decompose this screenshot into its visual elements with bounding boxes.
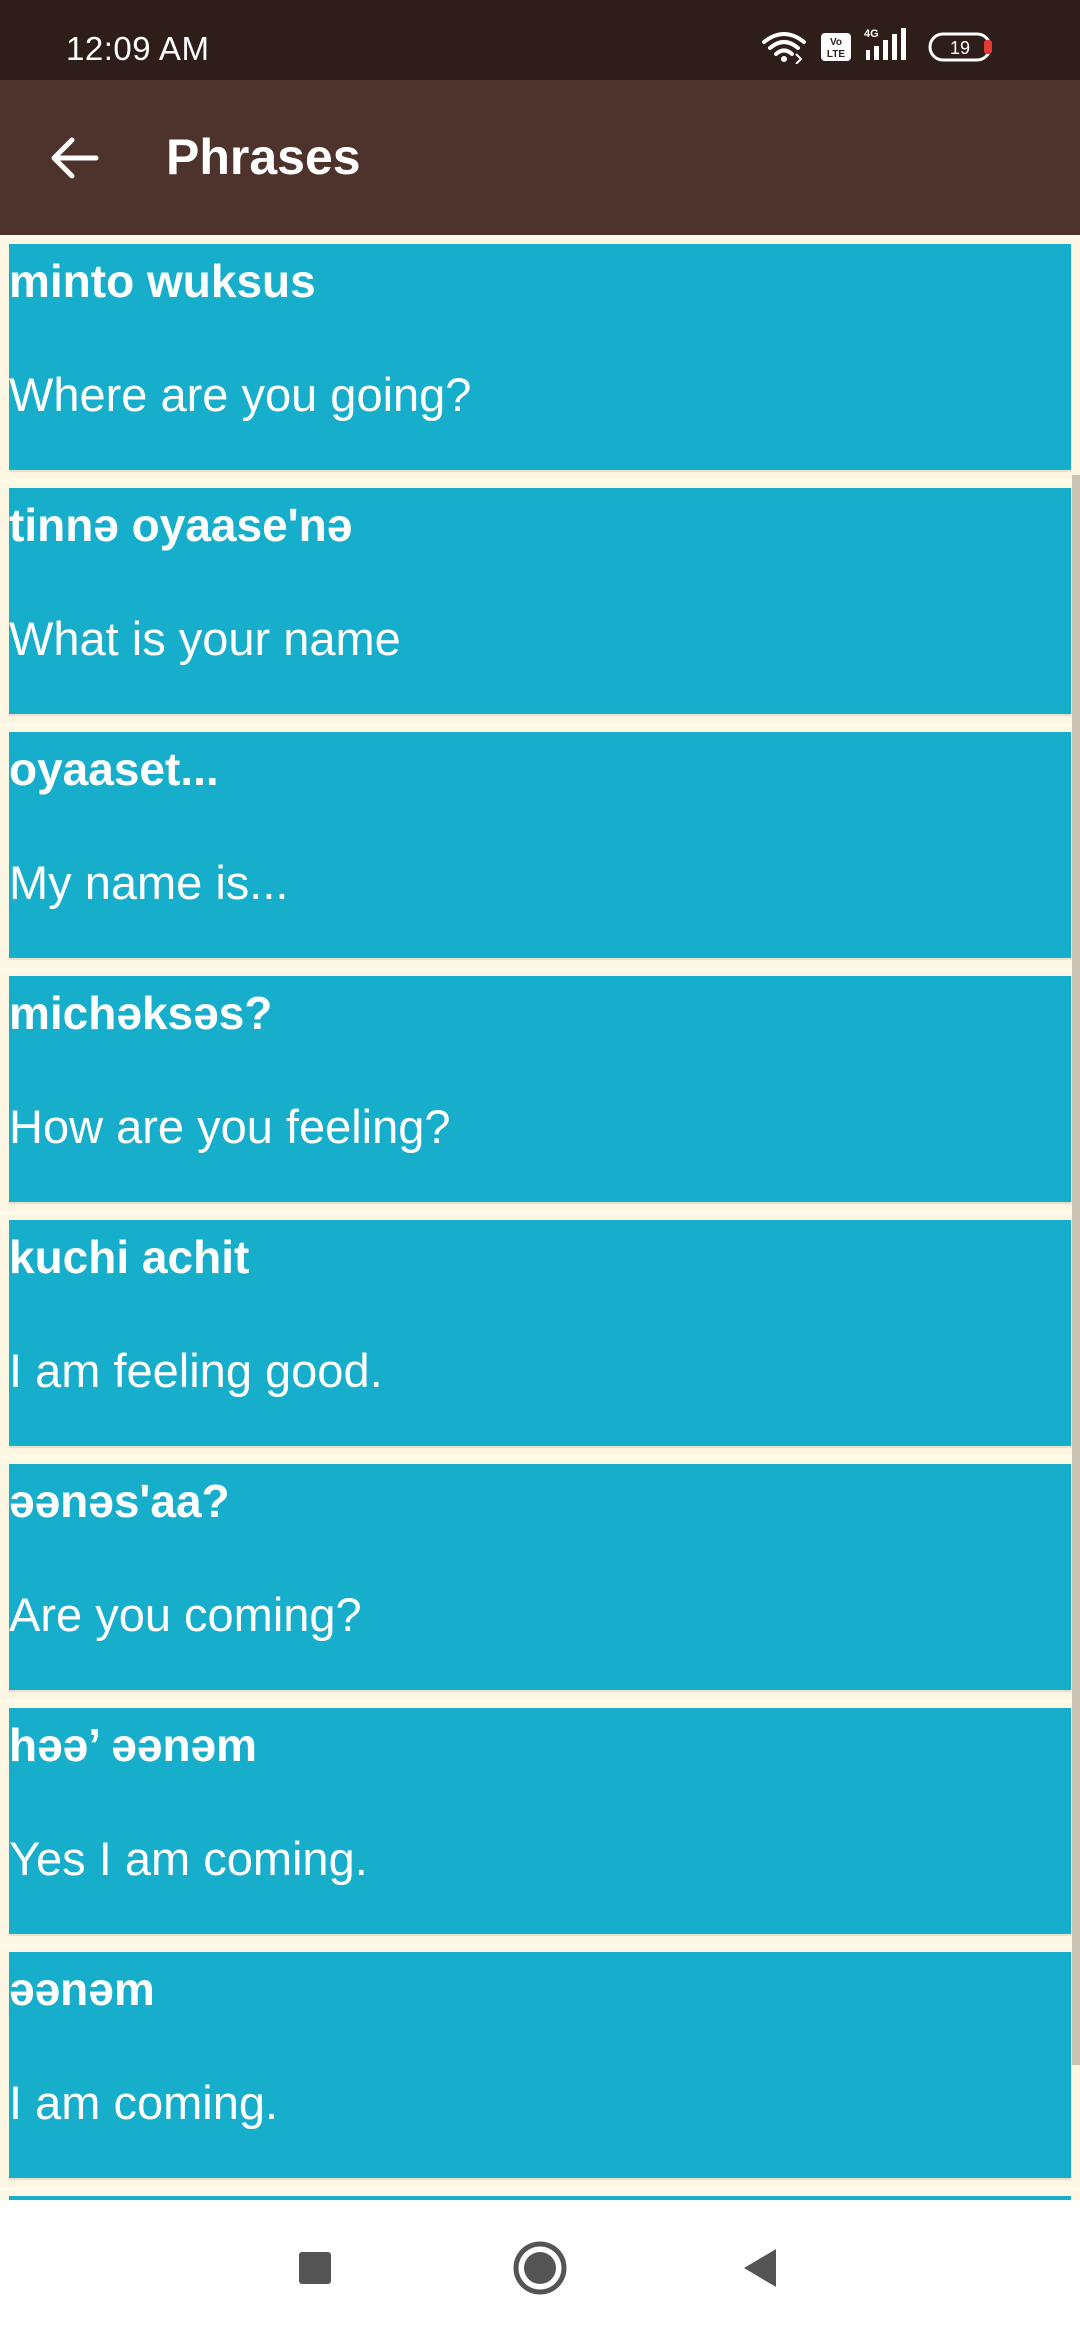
list-item[interactable]: əənəm I am coming. — [0, 1943, 1080, 2187]
svg-text:4G: 4G — [864, 28, 879, 40]
translation-text: Are you coming? — [9, 1588, 362, 1641]
list-item-partial[interactable] — [0, 2187, 1080, 2200]
phrase-card[interactable]: əənəm I am coming. — [9, 1952, 1071, 2180]
arrow-left-icon — [50, 136, 100, 185]
status-bar: 12:09 AM Vo LTE 4G 19 — [0, 0, 1080, 80]
phrase-card[interactable]: əənəs'aa? Are you coming? — [9, 1464, 1071, 1692]
phrase-card[interactable]: kuchi achit I am feeling good. — [9, 1220, 1071, 1448]
list-item[interactable]: tinnə oyaase'nə What is your name — [0, 479, 1080, 723]
translation-text: I am coming. — [9, 2076, 279, 2129]
phrase-text: həə’ əənəm — [9, 1719, 258, 1771]
volte-icon: Vo LTE — [820, 32, 852, 67]
translation-text: What is your name — [9, 612, 401, 665]
translation-text: I am feeling good. — [9, 1344, 383, 1397]
phrase-text: əənəm — [9, 1963, 155, 2015]
svg-text:LTE: LTE — [827, 49, 845, 60]
recent-apps-button[interactable] — [270, 2225, 360, 2315]
phrase-text: tinnə oyaase'nə — [9, 499, 353, 551]
back-nav-button[interactable] — [715, 2225, 805, 2315]
back-icon — [740, 2247, 780, 2294]
home-icon — [512, 2240, 568, 2301]
phrase-list[interactable]: minto wuksus Where are you going? tinnə … — [0, 235, 1080, 2200]
back-button[interactable] — [30, 120, 120, 200]
signal-icon: 4G — [864, 26, 910, 67]
phrase-text: oyaaset... — [9, 743, 219, 795]
translation-text: My name is... — [9, 856, 289, 909]
svg-text:Vo: Vo — [830, 37, 842, 48]
page-title: Phrases — [166, 129, 361, 185]
phrase-text: michəksəs? — [9, 987, 273, 1039]
home-button[interactable] — [495, 2225, 585, 2315]
wifi-icon — [760, 30, 808, 69]
system-nav-bar — [0, 2200, 1080, 2340]
phrase-card[interactable]: oyaaset... My name is... — [9, 732, 1071, 960]
svg-text:19: 19 — [950, 38, 970, 58]
phrase-text: əənəs'aa? — [9, 1475, 230, 1527]
translation-text: Where are you going? — [9, 368, 472, 421]
phrase-card[interactable]: michəksəs? How are you feeling? — [9, 976, 1071, 1204]
translation-text: Yes I am coming. — [9, 1832, 368, 1885]
phrase-card[interactable]: minto wuksus Where are you going? — [9, 244, 1071, 472]
phrase-card[interactable]: tinnə oyaase'nə What is your name — [9, 488, 1071, 716]
translation-text: How are you feeling? — [9, 1100, 451, 1153]
list-item[interactable]: kuchi achit I am feeling good. — [0, 1211, 1080, 1455]
battery-icon: 19 — [928, 32, 998, 67]
phrase-text: kuchi achit — [9, 1231, 250, 1283]
scrollbar[interactable] — [1072, 475, 1080, 2065]
list-item[interactable]: minto wuksus Where are you going? — [0, 235, 1080, 479]
app-bar: Phrases — [0, 80, 1080, 235]
phrase-text: minto wuksus — [9, 255, 316, 307]
status-icons: Vo LTE 4G 19 — [760, 28, 1040, 70]
list-item[interactable]: həə’ əənəm Yes I am coming. — [0, 1699, 1080, 1943]
list-item[interactable]: michəksəs? How are you feeling? — [0, 967, 1080, 1211]
recent-apps-icon — [297, 2250, 333, 2291]
list-item[interactable]: oyaaset... My name is... — [0, 723, 1080, 967]
phrase-card[interactable]: həə’ əənəm Yes I am coming. — [9, 1708, 1071, 1936]
list-item[interactable]: əənəs'aa? Are you coming? — [0, 1455, 1080, 1699]
